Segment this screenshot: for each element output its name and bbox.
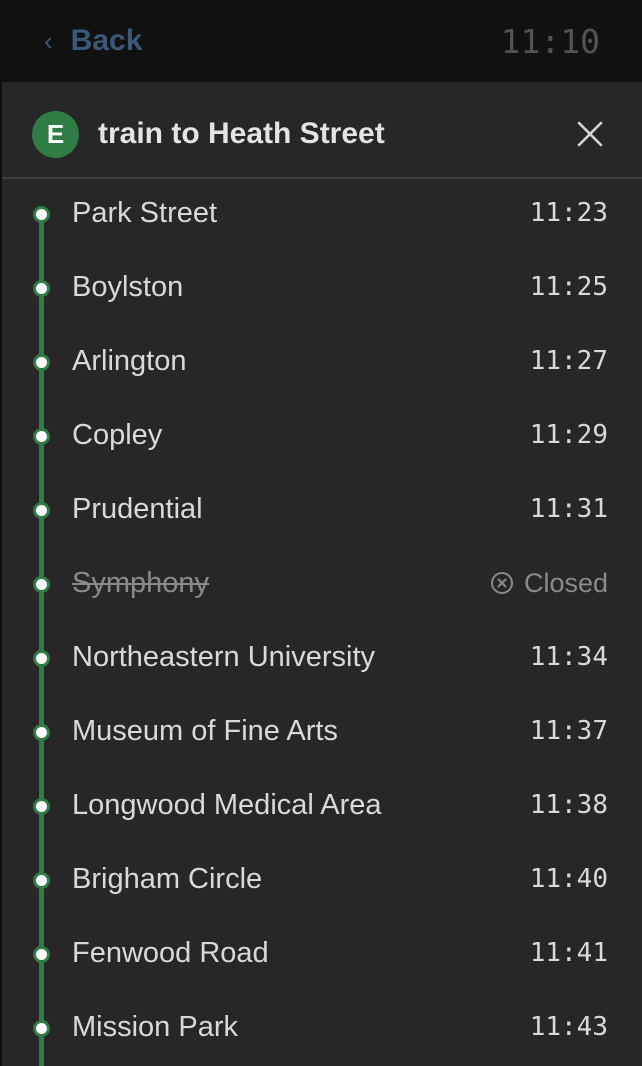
stop-name: Fenwood Road [72, 936, 269, 969]
stop-dot-icon [33, 206, 50, 223]
stop-name: Northeastern University [72, 640, 375, 673]
stop-dot-icon [33, 354, 50, 371]
stop-dot-icon [33, 724, 50, 741]
stop-time: 11:27 [529, 346, 608, 376]
stop-name: Longwood Medical Area [72, 788, 382, 821]
stop-row-closed[interactable]: Symphony Closed [2, 549, 642, 623]
route-badge: E [32, 111, 79, 158]
stop-dot-icon [33, 280, 50, 297]
stop-dot-icon [33, 798, 50, 815]
trip-title: train to Heath Street [98, 117, 385, 150]
stop-time: 11:23 [529, 198, 608, 228]
stop-name: Museum of Fine Arts [72, 714, 338, 747]
stop-name: Arlington [72, 344, 187, 377]
clock: 11:10 [500, 21, 600, 61]
stop-dot-icon [33, 946, 50, 963]
stop-dot-icon [33, 1020, 50, 1037]
stop-dot-icon [33, 428, 50, 445]
stop-name: Prudential [72, 492, 203, 525]
stop-list: Park Street 11:23 Boylston 11:25 Arlingt… [2, 179, 642, 1066]
stop-time: 11:43 [529, 1012, 608, 1042]
stop-time: 11:40 [529, 864, 608, 894]
stop-name: Brigham Circle [72, 862, 263, 895]
stop-row[interactable]: Brigham Circle 11:40 [2, 845, 642, 919]
back-button[interactable]: ‹ Back [44, 18, 142, 64]
stop-row[interactable]: Mission Park 11:43 [2, 993, 642, 1066]
close-icon [577, 121, 603, 147]
top-bar: ‹ Back 11:10 [0, 0, 642, 82]
stop-name: Boylston [72, 270, 184, 303]
stop-time: 11:38 [529, 790, 608, 820]
stop-time: 11:34 [529, 642, 608, 672]
stop-row[interactable]: Copley 11:29 [2, 401, 642, 475]
closed-circle-x-icon [490, 572, 513, 594]
stop-row[interactable]: Prudential 11:31 [2, 475, 642, 549]
stop-time: 11:25 [529, 272, 608, 302]
close-button[interactable] [572, 116, 608, 152]
stop-row[interactable]: Arlington 11:27 [2, 327, 642, 401]
stop-dot-icon [33, 502, 50, 519]
stop-row[interactable]: Boylston 11:25 [2, 253, 642, 327]
stop-name: Park Street [72, 196, 218, 229]
stop-dot-icon [33, 872, 50, 889]
stop-time: 11:29 [529, 420, 608, 450]
back-label: Back [70, 24, 143, 57]
stop-time: 11:31 [529, 494, 608, 524]
closed-status: Closed [490, 563, 608, 603]
trip-panel: E train to Heath Street Park Street 11:2… [2, 82, 642, 1066]
stop-time: 11:41 [529, 938, 608, 968]
stop-name: Symphony [72, 566, 210, 599]
stop-dot-icon [33, 650, 50, 667]
stop-row[interactable]: Park Street 11:23 [2, 179, 642, 253]
stop-dot-icon [33, 576, 50, 593]
trip-header: E train to Heath Street [2, 82, 642, 179]
stop-name: Mission Park [72, 1010, 238, 1043]
stop-row[interactable]: Longwood Medical Area 11:38 [2, 771, 642, 845]
closed-label: Closed [523, 567, 608, 598]
stop-name: Copley [72, 418, 163, 451]
stop-time: 11:37 [529, 716, 608, 746]
stop-row[interactable]: Museum of Fine Arts 11:37 [2, 697, 642, 771]
stop-row[interactable]: Northeastern University 11:34 [2, 623, 642, 697]
chevron-left-icon: ‹ [44, 26, 53, 56]
stop-row[interactable]: Fenwood Road 11:41 [2, 919, 642, 993]
